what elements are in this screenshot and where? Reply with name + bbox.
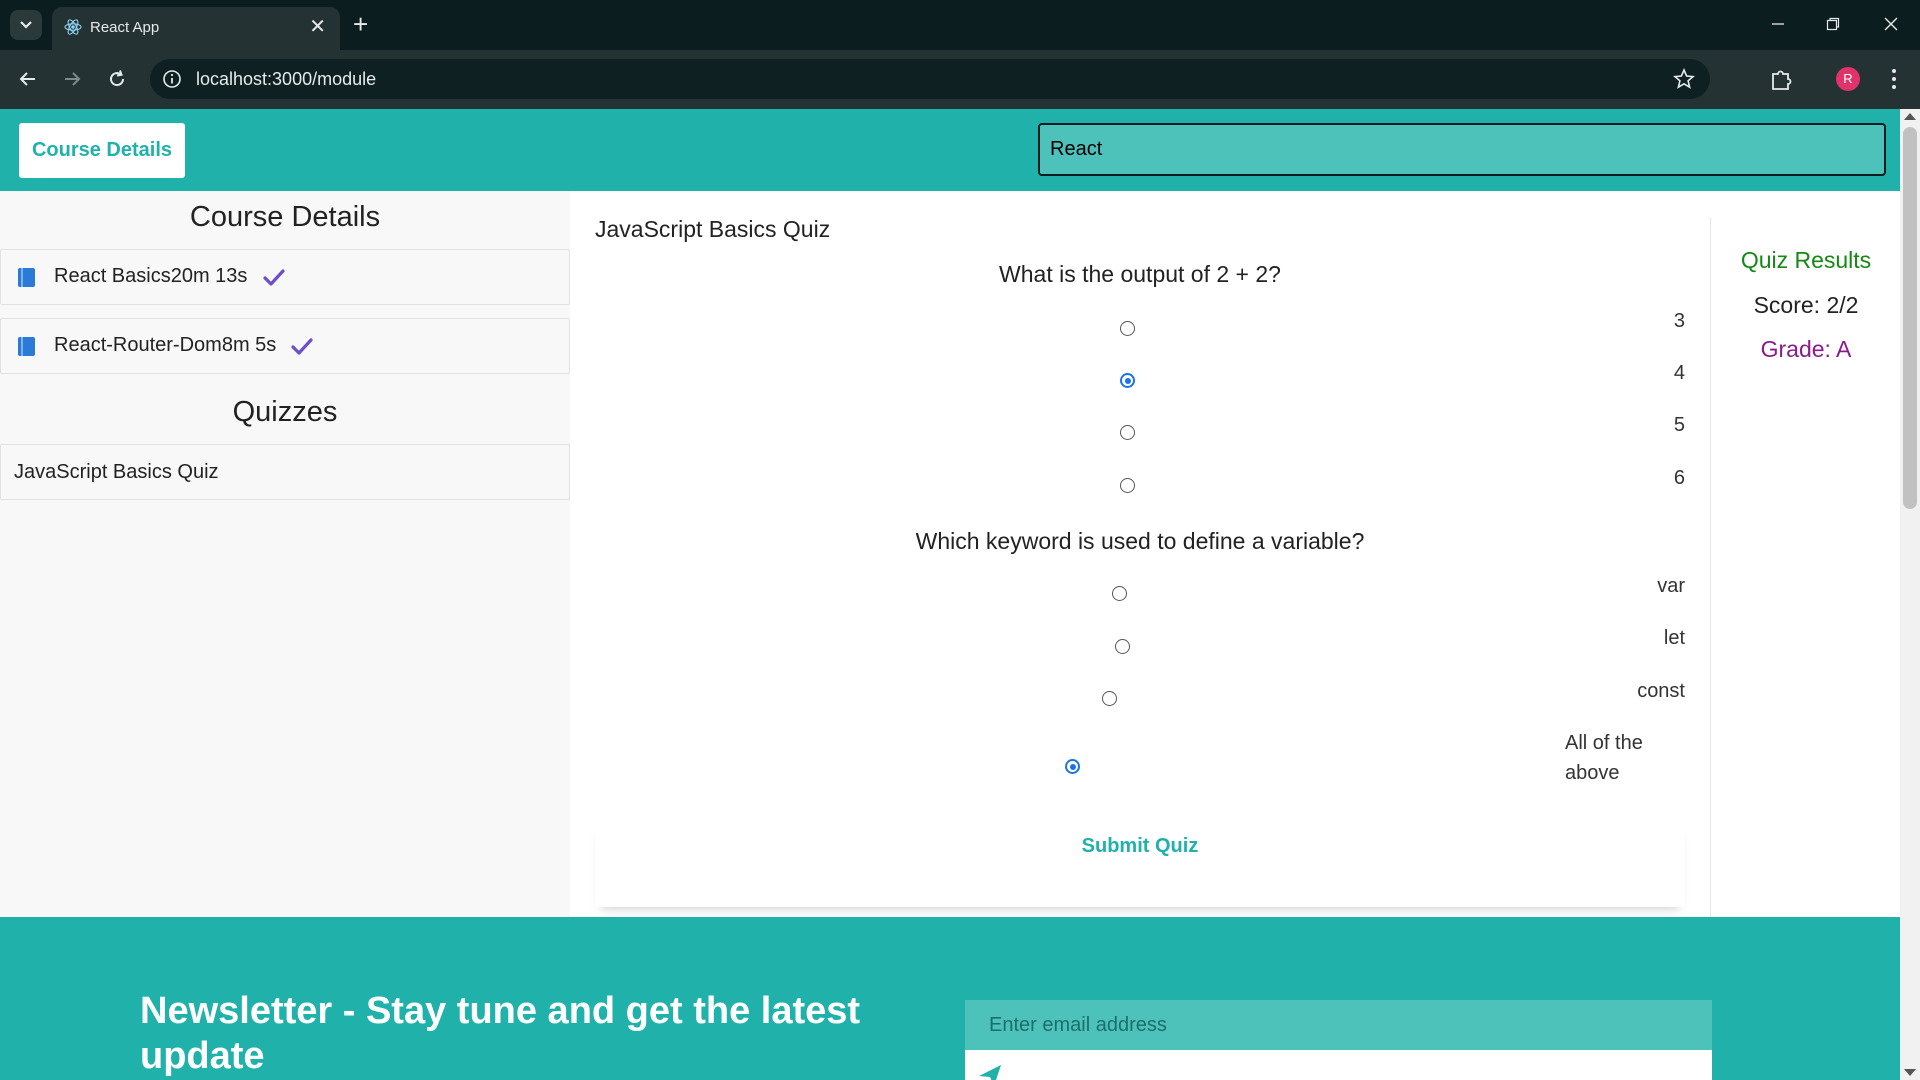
info-icon[interactable] [162,69,182,89]
tab-search-button[interactable] [10,10,42,40]
course-details-button[interactable]: Course Details [19,123,185,178]
back-button[interactable] [12,63,44,95]
answer-radio[interactable] [1112,586,1127,601]
quiz-title: JavaScript Basics Quiz [595,216,831,242]
answer-radio[interactable] [1120,478,1135,493]
answer-label: var [1657,575,1685,597]
scrollbar-thumb[interactable] [1903,127,1917,509]
book-icon [18,337,35,356]
answer-label: 3 [1673,310,1685,332]
answer-label: 5 [1673,414,1685,436]
scroll-up-arrow-icon[interactable] [1904,113,1916,120]
quiz-item[interactable]: JavaScript Basics Quiz [0,444,570,500]
book-icon [18,268,35,287]
answer-radio-selected[interactable] [1065,759,1080,774]
browser-tab-strip: React App ✕ + [0,0,1920,50]
answer-radio[interactable] [1120,425,1135,440]
quizzes-heading: Quizzes [232,396,338,428]
question-text: Which keyword is used to define a variab… [915,528,1365,554]
browser-tab[interactable]: React App ✕ [52,7,340,50]
newsletter-title: Newsletter - Stay tune and get the lates… [140,990,861,1077]
restore-icon[interactable] [1813,10,1853,40]
quiz-item-label: JavaScript Basics Quiz [14,461,219,483]
submit-quiz-button[interactable]: Submit Quiz [595,835,1685,858]
forward-button[interactable] [56,63,88,95]
answer-radio[interactable] [1102,691,1117,706]
tab-title: React App [90,19,160,36]
answer-label: const [1637,680,1685,702]
lesson-label: React-Router-Dom8m 5s [54,334,277,356]
answer-radio-selected[interactable] [1120,373,1135,388]
lesson-item[interactable]: React-Router-Dom8m 5s [0,318,570,374]
answer-label: let [1663,627,1685,649]
checkmark-icon [291,338,313,355]
close-icon[interactable]: ✕ [309,15,326,39]
puzzle-icon[interactable] [1768,65,1796,93]
submit-area: Submit Quiz [595,821,1685,907]
url-text[interactable]: localhost:3000/module [196,69,376,90]
answer-radio[interactable] [1115,639,1130,654]
results-score: Score: 2/2 [1753,292,1859,318]
results-grade: Grade: A [1760,336,1852,362]
window-close-icon[interactable] [1871,10,1911,40]
send-icon [979,1065,1001,1080]
page-viewport: Course Details Course Details React Basi… [0,109,1900,1080]
new-tab-plus-icon[interactable]: + [353,9,368,39]
arrow-right-icon [65,72,81,86]
search-input[interactable] [1038,123,1886,176]
send-button[interactable] [965,1050,1712,1080]
browser-toolbar: localhost:3000/module R [0,50,1920,109]
profile-avatar[interactable]: R [1836,67,1860,91]
course-details-heading: Course Details [189,201,381,233]
react-logo-icon [64,19,82,35]
address-bar[interactable]: localhost:3000/module [150,59,1710,99]
answer-label: 4 [1673,362,1685,384]
arrow-left-icon [19,72,35,86]
lesson-item[interactable]: React Basics20m 13s [0,249,570,305]
minimize-icon[interactable] [1758,10,1798,40]
answer-label: All of the above [1565,732,1643,784]
reload-button[interactable] [101,63,133,95]
page-scrollbar[interactable] [1900,109,1920,1080]
newsletter-footer: Newsletter - Stay tune and get the lates… [0,917,1900,1080]
question-text: What is the output of 2 + 2? [999,261,1281,287]
kebab-menu-icon[interactable] [1884,65,1904,93]
chevron-down-icon [20,21,32,29]
answer-label: 6 [1673,467,1685,489]
checkmark-icon [263,269,285,286]
answer-radio[interactable] [1120,321,1135,336]
scroll-down-arrow-icon[interactable] [1904,1069,1916,1076]
lesson-label: React Basics20m 13s [54,265,248,287]
quiz-panel: JavaScript Basics Quiz What is the outpu… [570,191,1710,917]
quiz-results-panel: Quiz Results Score: 2/2 Grade: A [1710,217,1900,917]
sidebar: Course Details React Basics20m 13s React… [0,191,570,917]
reload-icon [110,70,125,87]
results-title: Quiz Results [1740,247,1872,273]
email-input[interactable] [965,1000,1712,1050]
page-header: Course Details [0,109,1900,191]
star-icon[interactable] [1672,67,1696,91]
